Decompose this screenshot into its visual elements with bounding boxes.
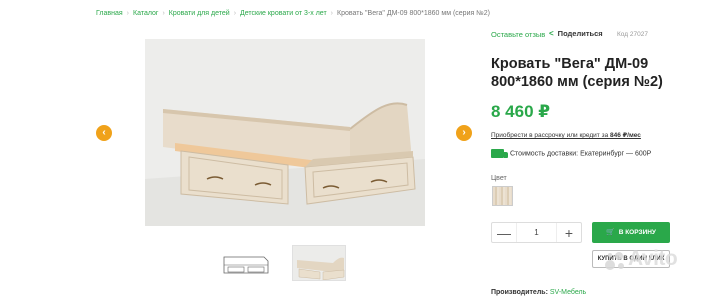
delivery-info: Стоимость доставки: Екатеринбург — 600Р (491, 149, 651, 158)
breadcrumb-separator: › (162, 10, 165, 17)
product-title: Кровать "Вега" ДМ-09 800*1860 мм (серия … (491, 56, 663, 90)
manufacturer-label: Производитель: (491, 289, 548, 296)
breadcrumb-catalog[interactable]: Каталог (133, 10, 158, 17)
thumbnail-drawing[interactable] (218, 245, 272, 281)
credit-link[interactable]: Приобрести в рассрочку или кредит за 846… (491, 131, 641, 139)
manufacturer-link[interactable]: SV-Мебель (550, 289, 586, 296)
breadcrumb-separator: › (126, 10, 129, 17)
delivery-text: Стоимость доставки: Екатеринбург — 600Р (510, 150, 652, 158)
add-to-cart-button[interactable]: 🛒 В КОРЗИНУ (592, 222, 670, 243)
quantity-input[interactable]: 1 (516, 223, 557, 242)
breadcrumb-separator: › (330, 10, 334, 17)
breadcrumb-current: Кровать "Вега" ДМ-09 800*1860 мм (серия … (337, 10, 490, 17)
bed-photo (145, 39, 425, 226)
share-button[interactable]: < Поделиться (549, 29, 603, 38)
bed-photo-thumbnail (297, 257, 345, 280)
chevron-left-icon: ‹ (102, 127, 106, 138)
meta-row: Оставьте отзыв < Поделиться Код 27027 (491, 29, 648, 39)
share-icon: < (549, 29, 554, 38)
truck-icon (491, 149, 508, 158)
chevron-right-icon: › (462, 127, 466, 138)
avito-watermark: Avito (628, 247, 678, 270)
color-swatch[interactable] (492, 186, 513, 206)
breadcrumb: Главная › Каталог › Кровати для детей › Детски… (96, 10, 490, 17)
add-to-cart-label: В КОРЗИНУ (618, 229, 656, 236)
product-main-image[interactable] (145, 39, 425, 226)
gallery-prev-button[interactable]: ‹ (96, 125, 112, 141)
credit-amount: 846 ₽/мес (609, 132, 641, 139)
breadcrumb-beds-3plus[interactable]: Детские кровати от 3-х лет (240, 10, 327, 17)
bed-drawing-thumbnail (223, 256, 269, 274)
breadcrumb-kids-beds[interactable]: Кровати для детей (169, 10, 230, 17)
leave-review-link[interactable]: Оставьте отзыв (491, 30, 545, 39)
credit-prefix: Приобрести в рассрочку или кредит за (491, 132, 610, 139)
quantity-decrease-button[interactable]: — (492, 223, 516, 243)
gallery-next-button[interactable]: › (456, 125, 472, 141)
color-label: Цвет (491, 175, 507, 182)
cart-icon: 🛒 (606, 229, 615, 236)
manufacturer: Производитель: SV-Мебель (491, 289, 586, 296)
quantity-stepper: — 1 + (491, 222, 582, 243)
avito-logo-icon (605, 252, 624, 270)
product-price: 8 460 ₽ (491, 102, 551, 121)
breadcrumb-separator: › (233, 10, 237, 17)
thumbnail-photo[interactable] (292, 245, 346, 281)
share-label: Поделиться (557, 29, 603, 38)
product-code: Код 27027 (617, 31, 648, 38)
quantity-increase-button[interactable]: + (557, 223, 581, 243)
breadcrumb-home[interactable]: Главная (96, 10, 123, 17)
